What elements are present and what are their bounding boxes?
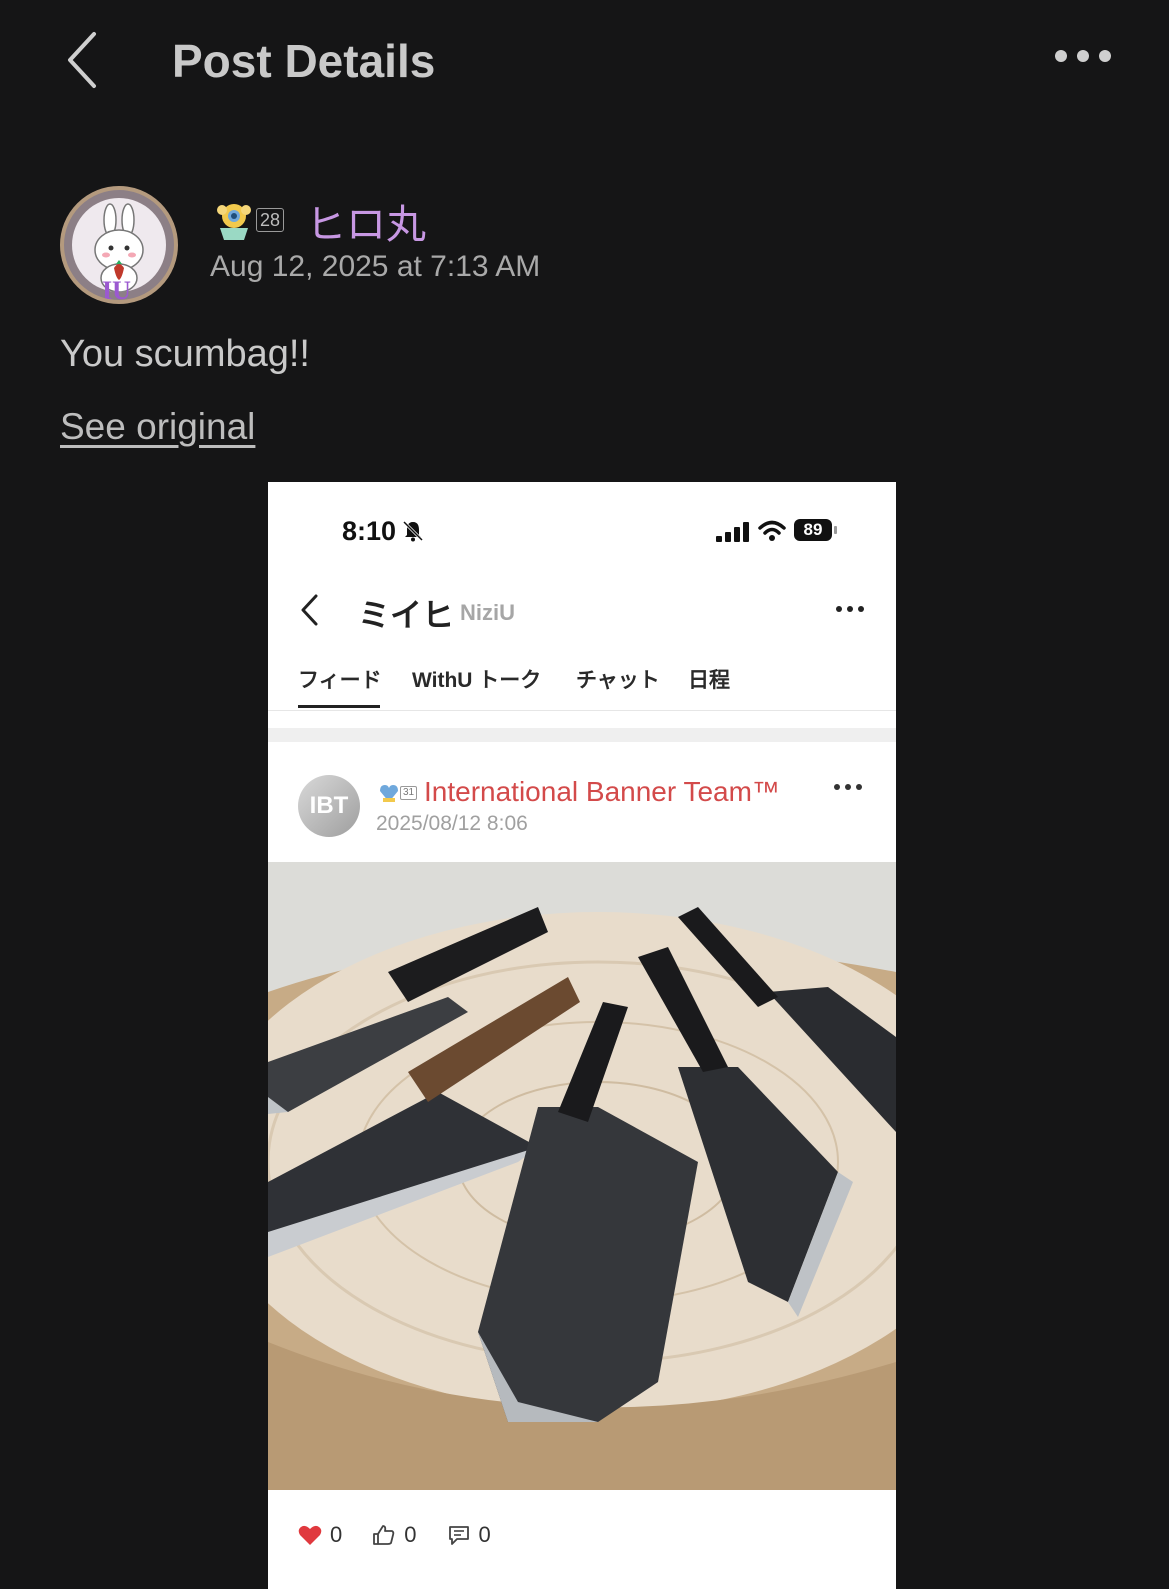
like-reaction[interactable]: 0 bbox=[372, 1522, 417, 1548]
avatar[interactable]: IU bbox=[60, 186, 178, 304]
top-bar: Post Details bbox=[0, 0, 1169, 120]
divider bbox=[268, 728, 896, 742]
more-dot-icon bbox=[1099, 50, 1111, 62]
badge-icon bbox=[380, 785, 398, 802]
post-timestamp: Aug 12, 2025 at 7:13 AM bbox=[210, 250, 541, 283]
thumbs-up-icon bbox=[373, 1525, 395, 1545]
knives-photo[interactable] bbox=[268, 862, 896, 1490]
more-dot-icon bbox=[836, 606, 842, 612]
battery-indicator: 89 bbox=[794, 519, 832, 541]
reaction-bar: 0 0 0 bbox=[298, 1522, 491, 1548]
tab-withu-talk[interactable]: WithU トーク bbox=[412, 664, 541, 694]
chevron-left-icon bbox=[68, 32, 96, 88]
bell-muted-icon bbox=[402, 520, 424, 542]
chevron-left-icon[interactable] bbox=[298, 592, 322, 628]
wifi-icon bbox=[758, 520, 786, 541]
author-name[interactable]: ヒロ丸 bbox=[306, 192, 426, 250]
inner-post-timestamp: 2025/08/12 8:06 bbox=[376, 812, 528, 835]
like-count: 0 bbox=[404, 1522, 417, 1547]
active-tab-indicator bbox=[298, 705, 380, 708]
tab-schedule[interactable]: 日程 bbox=[688, 664, 730, 694]
tab-feed[interactable]: フィード bbox=[298, 664, 382, 694]
comment-count: 0 bbox=[478, 1522, 491, 1547]
more-dot-icon bbox=[847, 606, 853, 612]
more-options-button[interactable] bbox=[1055, 50, 1111, 62]
badge-icon bbox=[217, 204, 251, 240]
more-options-button[interactable] bbox=[836, 606, 864, 612]
page-title: Post Details bbox=[172, 35, 436, 87]
more-dot-icon bbox=[845, 784, 851, 790]
more-dot-icon bbox=[834, 784, 840, 790]
more-dot-icon bbox=[1055, 50, 1067, 62]
inner-post-author[interactable]: International Banner Team™ bbox=[424, 776, 780, 808]
post-body: You scumbag!! bbox=[60, 333, 310, 375]
comment-reaction[interactable]: 0 bbox=[447, 1522, 491, 1548]
comment-icon bbox=[448, 1526, 469, 1545]
heart-icon bbox=[298, 1525, 322, 1545]
back-button[interactable] bbox=[62, 30, 106, 90]
heart-count: 0 bbox=[330, 1522, 343, 1547]
avatar-label: IU bbox=[102, 276, 131, 304]
level-badge: 28 bbox=[256, 208, 285, 232]
tab-chat[interactable]: チャット bbox=[576, 664, 660, 694]
more-options-button[interactable] bbox=[834, 784, 862, 790]
more-dot-icon bbox=[856, 784, 862, 790]
see-original-link[interactable]: See original bbox=[60, 406, 255, 448]
more-dot-icon bbox=[858, 606, 864, 612]
group-name: NiziU bbox=[460, 600, 515, 625]
heart-reaction[interactable]: 0 bbox=[298, 1522, 342, 1548]
attached-screenshot[interactable]: 8:10 89 ミイヒ NiziU フィード WithU トーク チャット 日程… bbox=[268, 482, 896, 1589]
level-badge: 31 bbox=[400, 786, 418, 800]
inner-post-avatar[interactable]: IBT bbox=[298, 775, 360, 837]
more-dot-icon bbox=[1077, 50, 1089, 62]
cellular-signal-icon bbox=[716, 522, 749, 542]
tab-bar: フィード WithU トーク チャット 日程 bbox=[268, 658, 896, 711]
battery-cap bbox=[834, 526, 837, 534]
community-name: ミイヒ bbox=[358, 597, 455, 633]
status-time: 8:10 bbox=[342, 516, 397, 546]
